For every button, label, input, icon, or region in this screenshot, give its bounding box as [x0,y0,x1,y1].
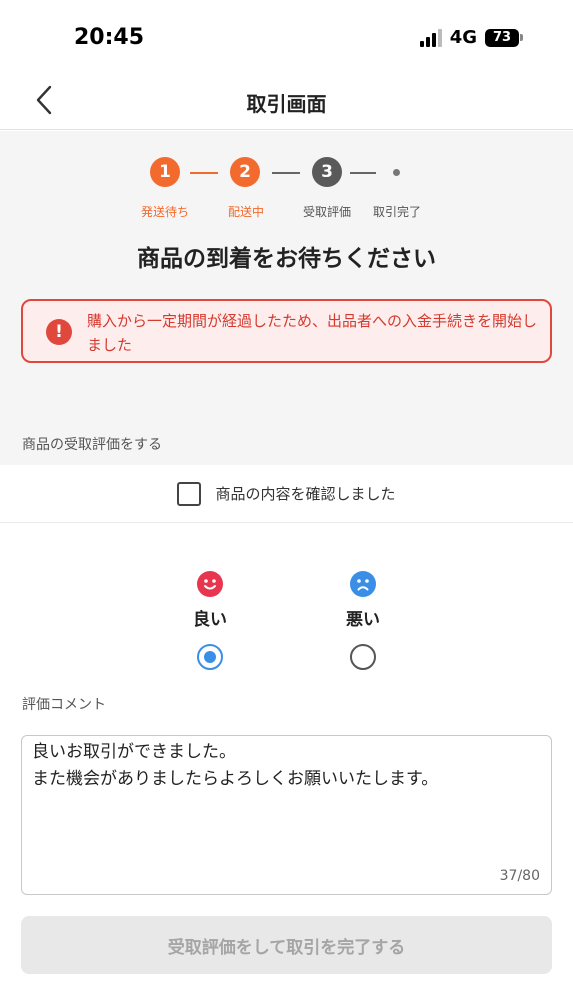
alert-message: 購入から一定期間が経過したため、出品者への入金手続きを開始しました [87,312,538,354]
char-count: 37/80 [499,868,540,884]
step-2-label: 配送中 [227,205,265,219]
network-type: 4G [449,27,477,48]
transaction-progress: 1 2 3 発送待ち 配送中 受取評価 取引完了 商品の到着をお待ちください !… [0,131,573,385]
exclamation-icon: ! [46,319,72,345]
status-indicators: 4G 73 [419,27,523,48]
confirm-checkbox[interactable] [177,481,202,506]
status-bar: 20:45 4G 73 [0,0,573,70]
comment-textarea[interactable]: 良いお取引ができました。 また機会がありましたらよろしくお願いいたします。 37… [21,735,552,895]
rating-label-good: 良い [193,610,227,630]
step-4-label: 取引完了 [372,205,422,219]
rating-option-bad[interactable]: 悪い [318,571,408,670]
sad-face-icon [350,571,376,597]
page-title: 取引画面 [246,92,327,116]
step-1-label: 発送待ち [140,205,190,219]
rating-option-good[interactable]: 良い [165,571,255,670]
step-connector [272,172,300,174]
step-1-circle: 1 [150,157,180,187]
review-section-header: 商品の受取評価をする [0,385,573,465]
signal-icon [419,28,442,47]
battery-level: 73 [485,28,519,47]
confirm-label: 商品の内容を確認しました [215,485,396,503]
step-2-circle: 2 [230,157,260,187]
submit-review-button[interactable]: 受取評価をして取引を完了する [21,916,552,974]
alert-banner: ! 購入から一定期間が経過したため、出品者への入金手続きを開始しました [21,299,552,363]
smile-face-icon [197,571,223,597]
step-3-label: 受取評価 [302,205,352,219]
rating-label-bad: 悪い [346,610,380,630]
radio-good[interactable] [197,644,223,670]
nav-header: 取引画面 [0,70,573,130]
confirm-row[interactable]: 商品の内容を確認しました [0,465,573,523]
step-4-dot [393,169,400,176]
section-title: 商品の受取評価をする [22,437,162,453]
status-time: 20:45 [74,25,145,50]
step-connector [190,172,218,174]
step-connector [350,172,376,174]
comment-label: 評価コメント [22,697,106,713]
battery-icon: 73 [485,28,523,47]
comment-text: 良いお取引ができました。 また機会がありましたらよろしくお願いいたします。 [32,742,439,789]
progress-steps: 1 2 3 [0,157,573,191]
radio-bad[interactable] [350,644,376,670]
step-3-circle: 3 [312,157,342,187]
status-heading: 商品の到着をお待ちください [137,246,436,272]
